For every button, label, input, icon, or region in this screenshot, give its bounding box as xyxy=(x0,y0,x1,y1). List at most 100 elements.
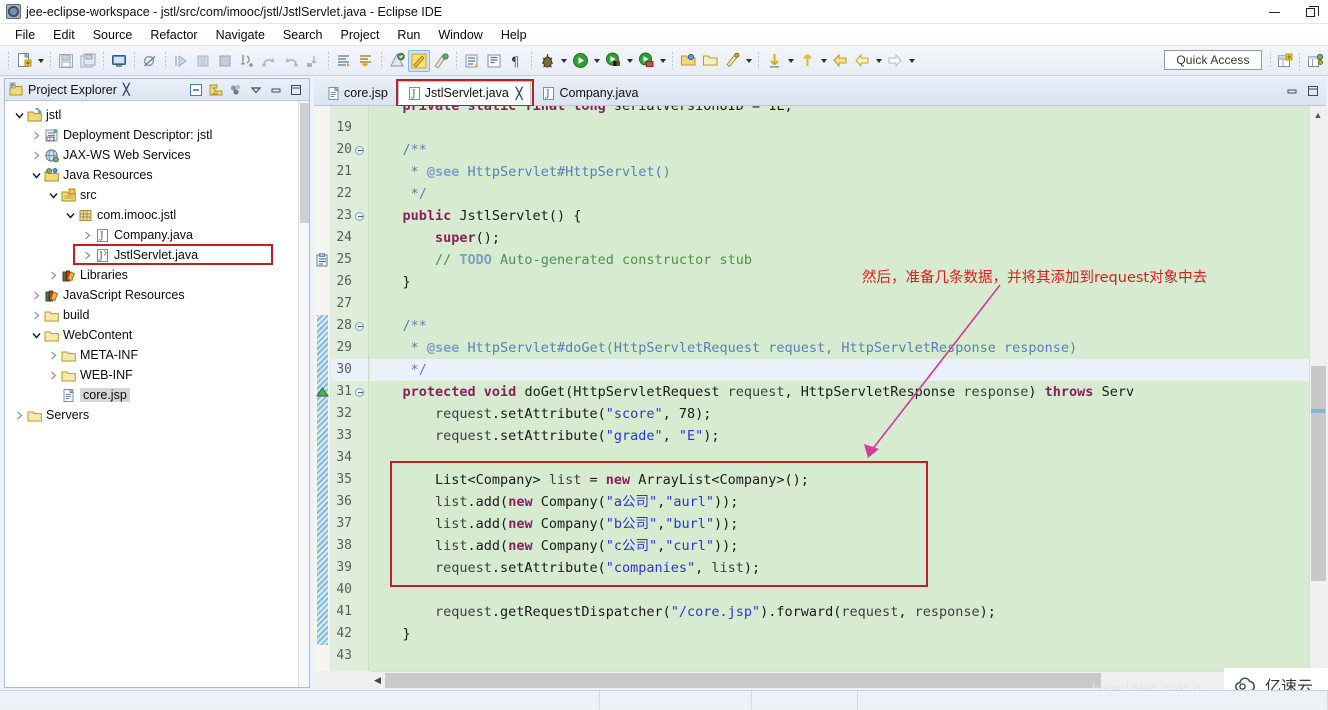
fold-collapse-icon[interactable] xyxy=(354,205,365,227)
chevron-down-icon[interactable] xyxy=(30,325,43,345)
maximize-editor-icon[interactable] xyxy=(1304,82,1322,100)
back-icon[interactable] xyxy=(829,50,851,72)
new-wizard-dropdown-icon[interactable] xyxy=(35,50,46,72)
previous-edit-dropdown-icon[interactable] xyxy=(785,50,796,72)
close-icon[interactable]: ╳ xyxy=(123,83,130,96)
scrollbar-thumb[interactable] xyxy=(1311,366,1326,581)
tree-item-core-jsp[interactable]: core.jsp xyxy=(5,385,298,405)
tree-item-web-inf[interactable]: WEB-INF xyxy=(5,365,298,385)
maximize-view-icon[interactable] xyxy=(287,81,305,99)
tree-item-company-java[interactable]: J Company.java xyxy=(5,225,298,245)
next-annotation-icon[interactable] xyxy=(333,50,355,72)
back-dropdown-icon[interactable] xyxy=(873,50,884,72)
run-icon[interactable] xyxy=(569,50,591,72)
step-return-icon[interactable] xyxy=(280,50,302,72)
open-resource-icon[interactable] xyxy=(677,50,699,72)
open-perspective-icon[interactable] xyxy=(1304,50,1326,72)
editor-tab-core-jsp[interactable]: core.jsp xyxy=(318,81,396,105)
chevron-down-icon[interactable] xyxy=(64,205,77,225)
tree-item-src[interactable]: src xyxy=(5,185,298,205)
debug-dropdown-icon[interactable] xyxy=(558,50,569,72)
menu-source[interactable]: Source xyxy=(84,26,142,44)
chevron-right-icon[interactable] xyxy=(30,285,43,305)
new-wizard-icon[interactable] xyxy=(13,50,35,72)
back-history-icon[interactable] xyxy=(851,50,873,72)
toggle-breakpoint-icon[interactable] xyxy=(139,50,161,72)
view-menu-icon[interactable] xyxy=(247,81,265,99)
code-text[interactable]: private static final long serialVersionU… xyxy=(370,106,1309,671)
chevron-down-icon[interactable] xyxy=(47,185,60,205)
tree-item-jax-ws-web-services[interactable]: JAX-WS Web Services xyxy=(5,145,298,165)
tree-item-webcontent[interactable]: WebContent xyxy=(5,325,298,345)
search-icon[interactable] xyxy=(721,50,743,72)
minimize-editor-icon[interactable] xyxy=(1283,82,1301,100)
project-tree[interactable]: jstl 3.1 Deployment Descriptor: jstl JAX-WS… xyxy=(5,101,298,687)
search-dropdown-icon[interactable] xyxy=(743,50,754,72)
scroll-up-arrow[interactable]: ▲ xyxy=(1310,106,1326,123)
java-ee-perspective-icon[interactable] xyxy=(408,49,430,72)
link-with-editor-icon[interactable] xyxy=(207,81,225,99)
forward-dropdown-icon[interactable] xyxy=(906,50,917,72)
profile-dropdown-icon[interactable] xyxy=(657,50,668,72)
view-menu-filter-icon[interactable] xyxy=(227,81,245,99)
tree-item-servers[interactable]: Servers xyxy=(5,405,298,425)
debug-perspective-icon[interactable] xyxy=(386,50,408,72)
overview-ruler-marker[interactable] xyxy=(1311,409,1325,413)
chevron-right-icon[interactable] xyxy=(13,405,26,425)
code-editor[interactable]: 19 20 21 22 23 24 25 26 27 28 29 30 31 32 33 34 35 36 37 38… xyxy=(314,106,1326,688)
tree-item-build[interactable]: build xyxy=(5,305,298,325)
open-folder-icon[interactable] xyxy=(699,50,721,72)
chevron-right-icon[interactable] xyxy=(47,345,60,365)
editor-vertical-scrollbar[interactable]: ▲ xyxy=(1309,106,1326,671)
minimize-view-icon[interactable] xyxy=(267,81,285,99)
chevron-down-icon[interactable] xyxy=(30,165,43,185)
editor-marker-gutter[interactable] xyxy=(314,106,331,671)
minimize-button[interactable] xyxy=(1256,0,1292,24)
pilcrow-icon[interactable]: ¶ xyxy=(505,50,527,72)
chevron-right-icon[interactable] xyxy=(81,225,94,245)
tree-item-java-resources[interactable]: Java Resources xyxy=(5,165,298,185)
step-over-icon[interactable] xyxy=(258,50,280,72)
suspend-icon[interactable] xyxy=(192,50,214,72)
drop-to-frame-icon[interactable] xyxy=(302,50,324,72)
fold-collapse-icon[interactable] xyxy=(354,381,365,403)
todo-task-marker-icon[interactable] xyxy=(315,253,330,268)
collapse-all-icon[interactable] xyxy=(187,81,205,99)
chevron-right-icon[interactable] xyxy=(47,365,60,385)
tree-item-libraries[interactable]: Libraries xyxy=(5,265,298,285)
menu-file[interactable]: File xyxy=(6,26,44,44)
quick-access-field[interactable]: Quick Access xyxy=(1164,50,1262,70)
tree-item-deployment-descriptor-jstl[interactable]: 3.1 Deployment Descriptor: jstl xyxy=(5,125,298,145)
restore-button[interactable] xyxy=(1292,0,1328,24)
open-type-icon[interactable] xyxy=(430,50,452,72)
menu-run[interactable]: Run xyxy=(388,26,429,44)
menu-help[interactable]: Help xyxy=(492,26,536,44)
fold-collapse-icon[interactable] xyxy=(354,139,365,161)
run-server-dropdown-icon[interactable] xyxy=(624,50,635,72)
chevron-right-icon[interactable] xyxy=(47,265,60,285)
profile-icon[interactable] xyxy=(635,50,657,72)
tree-item-meta-inf[interactable]: META-INF xyxy=(5,345,298,365)
new-java-console-icon[interactable] xyxy=(108,50,130,72)
menu-refactor[interactable]: Refactor xyxy=(141,26,206,44)
step-into-icon[interactable] xyxy=(236,50,258,72)
previous-annotation-icon[interactable] xyxy=(355,50,377,72)
tree-item-javascript-resources[interactable]: JavaScript Resources xyxy=(5,285,298,305)
terminate-icon[interactable] xyxy=(214,50,236,72)
save-icon[interactable] xyxy=(55,50,77,72)
debug-run-icon[interactable] xyxy=(536,50,558,72)
save-all-icon[interactable] xyxy=(77,50,99,72)
chevron-right-icon[interactable] xyxy=(30,305,43,325)
chevron-right-icon[interactable] xyxy=(30,125,43,145)
resume-icon[interactable] xyxy=(170,50,192,72)
run-dropdown-icon[interactable] xyxy=(591,50,602,72)
chevron-right-icon[interactable] xyxy=(30,145,43,165)
scrollbar-thumb[interactable] xyxy=(385,673,1101,688)
new-perspective-icon[interactable] xyxy=(1274,50,1296,72)
previous-edit-icon[interactable] xyxy=(763,50,785,72)
editor-tab-company-java[interactable]: J Company.java xyxy=(533,81,646,105)
open-task-icon[interactable] xyxy=(461,50,483,72)
next-edit-dropdown-icon[interactable] xyxy=(818,50,829,72)
menu-edit[interactable]: Edit xyxy=(44,26,84,44)
scrollbar-thumb[interactable] xyxy=(300,103,309,223)
